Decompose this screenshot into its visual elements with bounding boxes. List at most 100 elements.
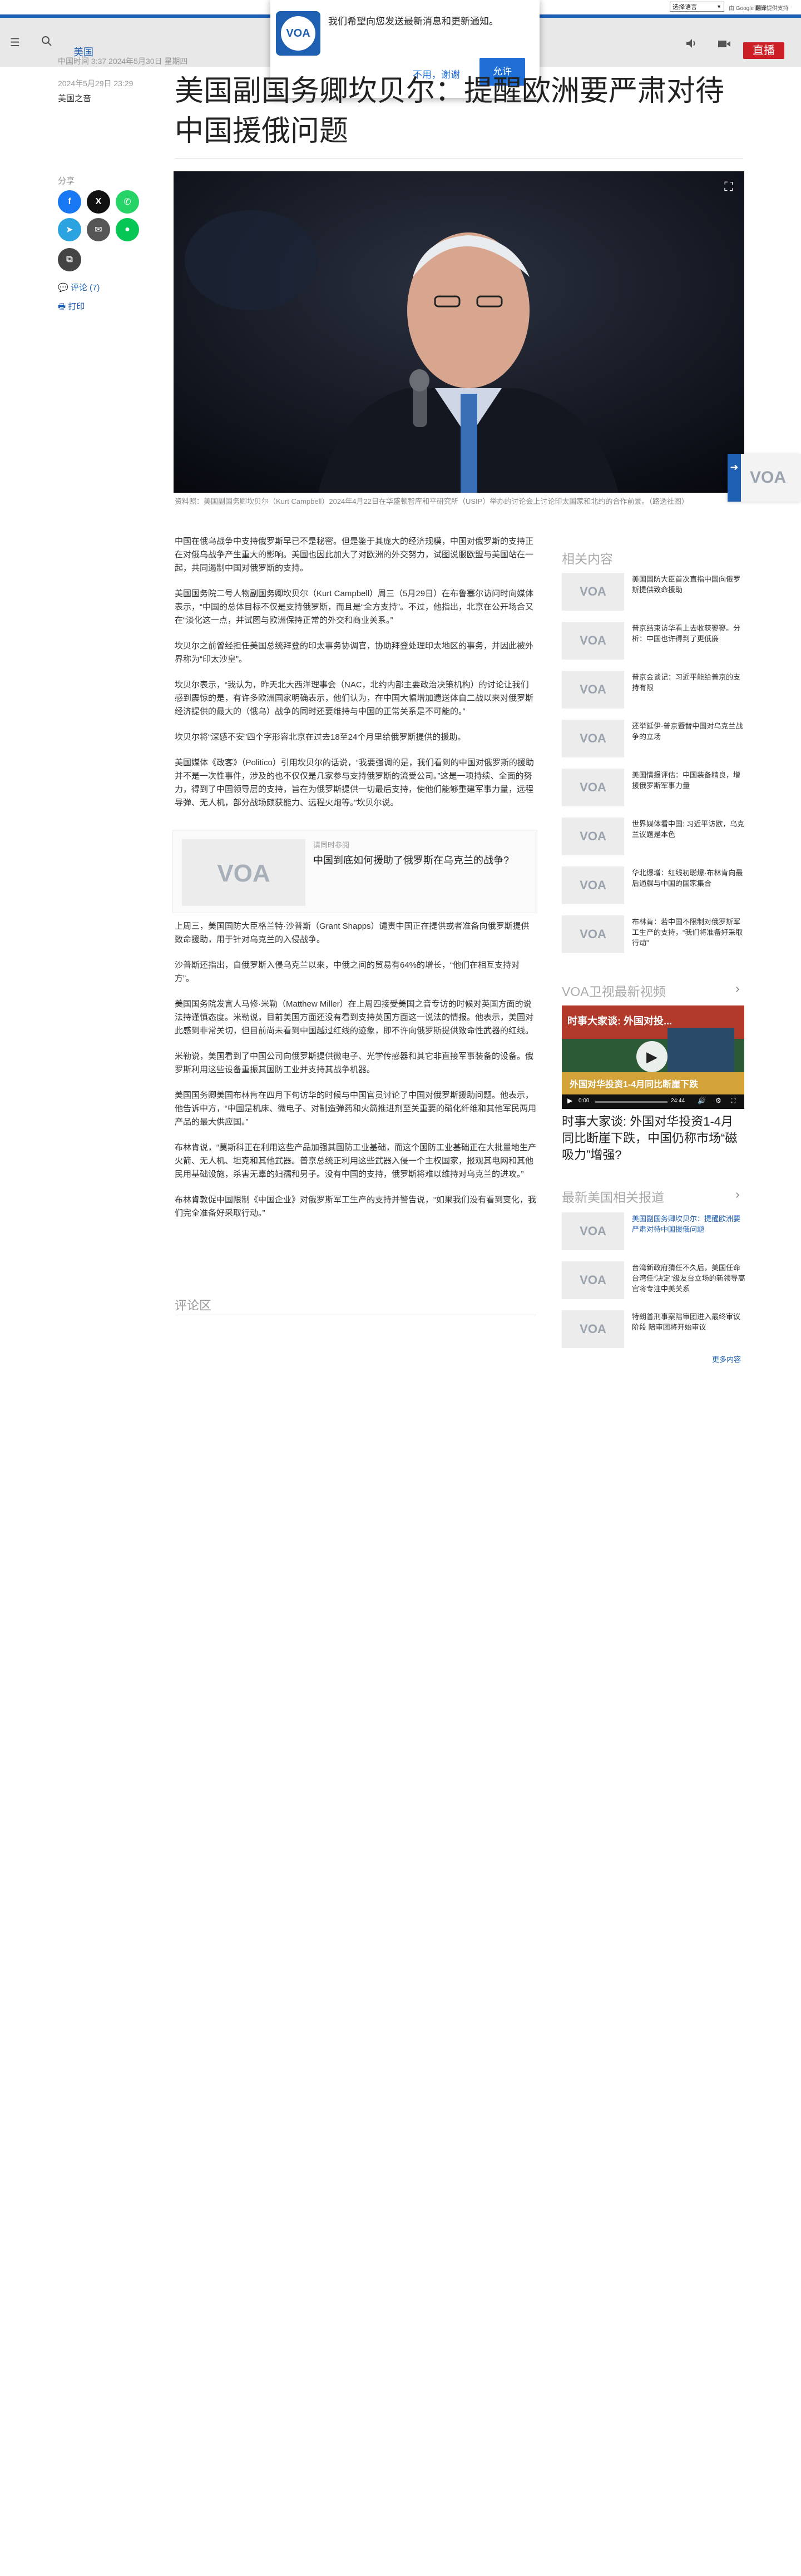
voa-logo: VOA [562, 915, 624, 953]
play-icon[interactable]: ▶ [636, 1041, 668, 1072]
copy-link-icon[interactable]: ⧉ [58, 248, 81, 271]
rail-item[interactable]: VOA 华北爆增：红线初聪爆·布林肯向最后通牒与中国的国家集合 [562, 866, 744, 909]
latest-item-title[interactable]: 美国副国务卿坎贝尔：提醒欧洲要严肃对待中国援俄问题 [632, 1213, 745, 1235]
comments-link[interactable]: 💬 评论 (7) [58, 281, 100, 293]
paragraph: 坎贝尔表示，“我认为，昨天北大西洋理事会（NAC，北约内部主要政治决策机构）的讨… [175, 680, 534, 716]
paragraph: 布林肯敦促中国限制《中国企业》对俄罗斯军工生产的支持并警告说，“如果我们没有看到… [175, 1195, 536, 1218]
fullscreen-icon[interactable]: ⛶ [731, 1097, 735, 1105]
voa-logo: VOA [562, 622, 624, 660]
comments-link-label: 评论 (7) [70, 283, 100, 293]
floating-tab[interactable]: ➜ VOA [728, 454, 801, 502]
rail-item-title[interactable]: 华北爆增：红线初聪爆·布林肯向最后通牒与中国的国家集合 [632, 868, 745, 889]
latest-item[interactable]: VOA 美国副国务卿坎贝尔：提醒欧洲要严肃对待中国援俄问题 [562, 1212, 744, 1255]
powered-by-prefix: 由 Google [729, 6, 754, 12]
share-label: 分享 [58, 176, 75, 186]
rail-item-title[interactable]: 普京会谈记：习近平能给普京的支持有限 [632, 672, 745, 693]
paragraph: 美国媒体《政客》（Politico）引用坎贝尔的话说，“我要强调的是，我们看到的… [175, 758, 534, 808]
video-overlay-bottom: 外国对华投资1-4月同比断崖下跌 [570, 1080, 699, 1089]
live-button[interactable]: 直播 [743, 42, 784, 59]
rail-item-title[interactable]: 普京结束访华看上去收获寥寥。分析：中国也许得到了更低廉 [632, 623, 745, 644]
language-select[interactable]: 选择语言 ▼ [670, 2, 724, 12]
video-section-label: VOA卫视最新视频 [562, 984, 666, 999]
paragraph: 美国国务院二号人物副国务卿坎贝尔（Kurt Campbell）周三（5月29日）… [175, 589, 534, 625]
line-icon[interactable]: ● [116, 218, 139, 241]
related-content-heading: 相关内容 [562, 552, 613, 566]
publish-date: 2024年5月29日 23:29 [58, 79, 134, 88]
print-link[interactable]: 🖶 打印 [58, 300, 85, 315]
menu-icon[interactable]: ☰ [10, 36, 20, 49]
video-camera-icon[interactable] [718, 39, 731, 52]
latest-heading[interactable]: 最新美国相关报道 › [562, 1187, 740, 1206]
more-link[interactable]: 更多内容 [712, 1354, 741, 1364]
print-link-label: 打印 [68, 302, 85, 311]
video-player[interactable]: 时事大家谈: 外国对投... 外国对华投资1-4月同比断崖下跌 ▶ ▶ 0:00… [562, 1005, 744, 1109]
related-article-card[interactable]: VOA 请同时参阅 中国到底如何援助了俄罗斯在乌克兰的战争? [172, 830, 537, 913]
video-caption[interactable]: 时事大家谈: 外国对华投资1-4月同比断崖下跌，中国仍称市场“磁吸力”增强? [562, 1113, 745, 1163]
paragraph: 米勒说，美国看到了中国公司向俄罗斯提供微电子、光学传感器和其它非直接军事装备的设… [175, 1052, 534, 1074]
related-title[interactable]: 中国到底如何援助了俄罗斯在乌克兰的战争? [313, 853, 509, 867]
voa-logo: VOA [562, 866, 624, 904]
rail-item[interactable]: VOA 普京结束访华看上去收获寥寥。分析：中国也许得到了更低廉 [562, 622, 744, 664]
rail-item-title[interactable]: 美国国防大臣首次直指中国向俄罗斯提供致命援助 [632, 574, 745, 595]
rail-item-title[interactable]: 还举延伊·普京暨替中国对乌克兰战争的立场 [632, 721, 745, 742]
voa-logo: VOA [562, 1212, 624, 1250]
latest-item-title[interactable]: 特朗普刑事案陪审团进入最终审议阶段 陪审团将开始审议 [632, 1311, 745, 1332]
rail-item-title[interactable]: 美国情报评估：中国装备精良，增援俄罗斯军事力量 [632, 770, 745, 791]
translate-attribution: 由 Google 翻译提供支持 [729, 3, 789, 12]
powered-by-brand: 翻译 [755, 6, 767, 12]
paragraph: 美国国务卿美国布林肯在四月下旬访华的时候与中国官员讨论了中国对俄罗斯援助问题。他… [175, 1091, 536, 1127]
whatsapp-icon[interactable]: ✆ [116, 190, 139, 214]
email-icon[interactable]: ✉ [87, 218, 110, 241]
voa-logo: VOA [562, 573, 624, 611]
rail-item[interactable]: VOA 普京会谈记：习近平能给普京的支持有限 [562, 671, 744, 713]
voa-logo: VOA [562, 769, 624, 806]
voa-logo: VOA [750, 468, 787, 487]
play-small-icon[interactable]: ▶ [567, 1097, 572, 1104]
rail-item[interactable]: VOA 世界媒体看中国: 习近平访欧，乌克兰议题是本色 [562, 818, 744, 860]
powered-by-suffix: 提供支持 [766, 6, 789, 12]
settings-icon[interactable]: ⚙ [715, 1097, 721, 1104]
rail-item[interactable]: VOA 美国国防大臣首次直指中国向俄罗斯提供致命援助 [562, 573, 744, 615]
paragraph: 上周三，美国国防大臣格兰特·沙普斯（Grant Shapps）谴责中国正在提供或… [175, 922, 530, 944]
video-current-time: 0:00 [578, 1098, 590, 1104]
top-date: 中国时间 3:37 2024年5月30日 星期四 [58, 57, 188, 66]
comment-icon: 💬 [58, 283, 68, 293]
video-duration: 24:44 [671, 1098, 685, 1104]
latest-heading-label: 最新美国相关报道 [562, 1190, 664, 1205]
paragraph: 布林肯说，“莫斯科正在利用这些产品加强其国防工业基础，而这个国防工业基础正在大批… [175, 1143, 536, 1179]
photo-caption: 资料照：美国副国务卿坎贝尔（Kurt Campbell）2024年4月22日在华… [175, 497, 689, 506]
expand-icon[interactable]: ⛶ [721, 179, 736, 195]
latest-item[interactable]: VOA 台湾新政府猜任不久后，美国任命台湾任“决定”级友台立场的新领导高官将专注中… [562, 1261, 745, 1304]
arrow-right-icon[interactable]: ➜ [728, 454, 741, 502]
page-title: 美国副国务卿坎贝尔：提醒欧洲要严肃对待中国援俄问题 [175, 75, 725, 147]
chevron-down-icon: ▼ [716, 4, 721, 9]
voa-logo-mark: VOA [281, 16, 315, 51]
author[interactable]: 美国之音 [58, 92, 91, 104]
rail-item[interactable]: VOA 美国情报评估：中国装备精良，增援俄罗斯军事力量 [562, 769, 744, 811]
search-icon[interactable] [41, 36, 52, 50]
telegram-icon[interactable]: ➤ [58, 218, 81, 241]
chevron-right-icon: › [735, 1187, 740, 1201]
related-thumbnail: VOA [182, 839, 305, 906]
video-progress-bar[interactable] [595, 1101, 668, 1103]
chevron-right-icon: › [735, 981, 740, 995]
voa-logo: VOA [276, 11, 320, 56]
language-select-label: 选择语言 [673, 4, 697, 11]
rail-item-title[interactable]: 世界媒体看中国: 习近平访欧，乌克兰议题是本色 [632, 819, 745, 840]
latest-item[interactable]: VOA 特朗普刑事案陪审团进入最终审议阶段 陪审团将开始审议 [562, 1310, 744, 1353]
svg-text:VOA: VOA [217, 860, 270, 887]
comments-heading: 评论区 [175, 1299, 212, 1312]
volume-icon[interactable] [685, 38, 698, 52]
rail-item-title[interactable]: 布林肯：若中国不限制对俄罗斯军工生产的支持，“我们将准备好采取行动” [632, 917, 745, 948]
facebook-icon[interactable]: f [58, 190, 81, 214]
rail-item[interactable]: VOA 还举延伊·普京暨替中国对乌克兰战争的立场 [562, 720, 744, 762]
voa-logo: VOA [562, 671, 624, 709]
voa-logo: VOA [562, 818, 624, 855]
latest-item-title[interactable]: 台湾新政府猜任不久后，美国任命台湾任“决定”级友台立场的新领导高官将专注中美关系 [632, 1262, 745, 1294]
video-section-heading[interactable]: VOA卫视最新视频 › [562, 981, 740, 1000]
x-icon[interactable]: X [87, 190, 110, 214]
notification-message: 我们希望向您发送最新消息和更新通知。 [328, 16, 498, 27]
volume-icon[interactable]: 🔊 [698, 1097, 706, 1104]
paragraph: 沙普斯还指出，自俄罗斯入侵乌克兰以来，中俄之间的贸易有64%的增长，“他们在相互… [175, 960, 520, 983]
rail-item[interactable]: VOA 布林肯：若中国不限制对俄罗斯军工生产的支持，“我们将准备好采取行动” [562, 915, 744, 958]
